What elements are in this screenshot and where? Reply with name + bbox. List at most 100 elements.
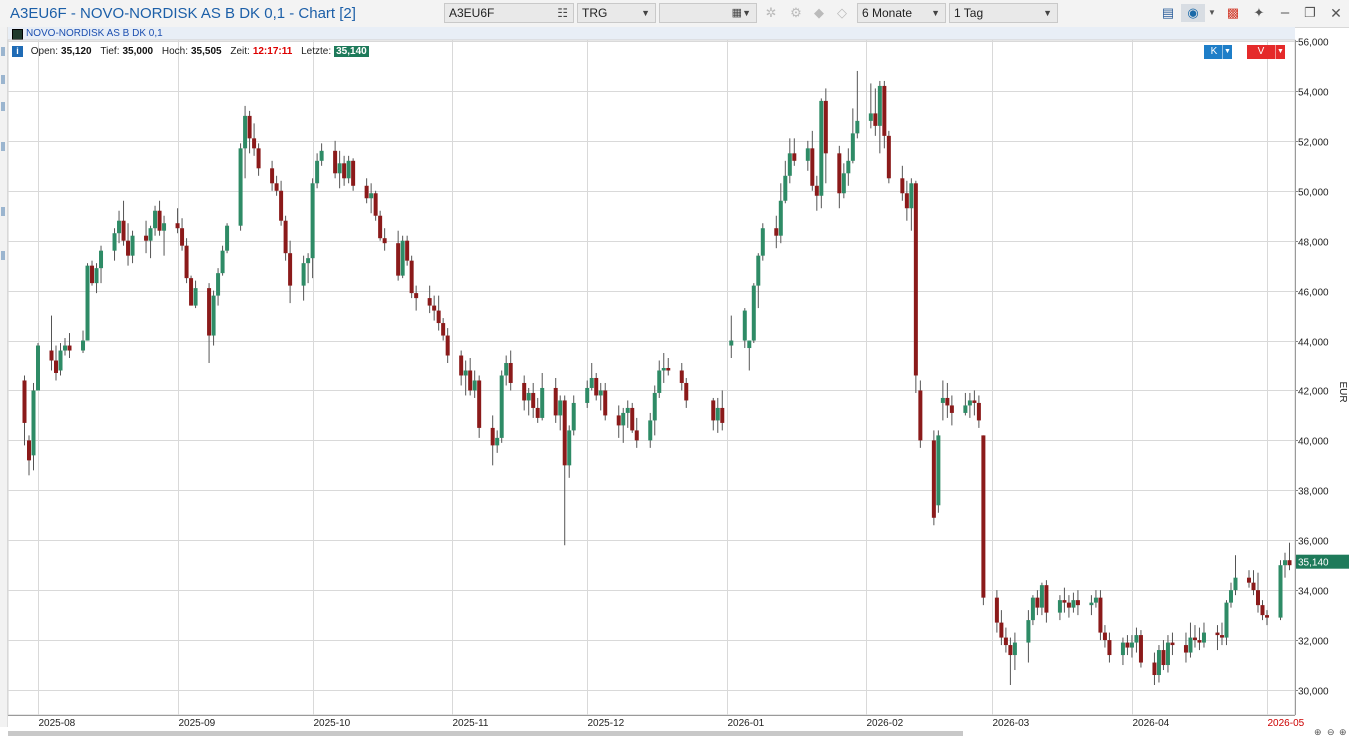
candle-body <box>814 185 819 196</box>
candle-body <box>117 220 122 234</box>
candle-body <box>886 135 891 179</box>
time-label: Zeit: <box>230 46 250 57</box>
candle-body <box>1035 597 1040 608</box>
candle-body <box>900 178 905 194</box>
candle-body <box>477 380 482 428</box>
y-tick-label: 44,000 <box>1298 338 1329 349</box>
candle-body <box>882 85 887 136</box>
candle-body <box>288 253 293 286</box>
candle-body <box>981 435 986 598</box>
candle-body <box>1278 565 1283 618</box>
candle-body <box>63 345 68 351</box>
candle-body <box>243 115 248 149</box>
candle-body <box>855 120 860 134</box>
candle-body <box>657 370 662 393</box>
candle-body <box>1120 642 1125 656</box>
candle-body <box>364 185 369 199</box>
candle-body <box>220 250 225 274</box>
candle-body <box>1107 640 1112 656</box>
candle-body <box>342 163 347 179</box>
candlestick-chart[interactable]: 30,000 32,000 34,000 36,000 38,000 40,000 42,0… <box>0 0 1349 736</box>
candle-body <box>625 407 630 413</box>
candle-body <box>751 285 756 341</box>
candle-body <box>126 240 131 256</box>
candle-body <box>1156 650 1161 676</box>
candle-body <box>729 340 734 346</box>
candle-body <box>868 113 873 121</box>
candle-body <box>1134 635 1139 643</box>
low-value: 35,000 <box>122 46 154 57</box>
candle-body <box>157 210 162 231</box>
candle-body <box>315 160 320 184</box>
candle-body <box>661 367 666 371</box>
horizontal-scrollbar[interactable] <box>8 731 963 736</box>
candle-body <box>904 193 909 209</box>
candle-body <box>499 375 504 438</box>
sell-button[interactable]: V ▼ <box>1247 45 1285 59</box>
x-tick-label: 2025-08 <box>39 718 76 729</box>
candle-body <box>652 392 657 421</box>
candle-body <box>256 148 261 169</box>
candle-body <box>787 153 792 176</box>
x-tick-label: 2025-10 <box>314 718 351 729</box>
candle-body <box>175 223 180 229</box>
x-tick-label: 2025-11 <box>453 718 489 729</box>
high-label: Hoch: <box>161 46 188 57</box>
y-tick-label: 50,000 <box>1298 188 1329 199</box>
candle-body <box>1170 642 1175 646</box>
candle-body <box>850 133 855 161</box>
candle-body <box>1197 640 1202 643</box>
candle-body <box>1192 637 1197 641</box>
candle-body <box>1183 645 1188 653</box>
candle-body <box>877 85 882 126</box>
candle-body <box>972 400 977 403</box>
candle-body <box>1066 602 1071 608</box>
candle-body <box>1012 642 1017 656</box>
candle-body <box>1125 642 1130 648</box>
candle-body <box>85 265 90 341</box>
candle-body <box>1152 662 1157 676</box>
candle-body <box>504 363 509 376</box>
candle-body <box>54 360 59 373</box>
candle-body <box>346 160 351 179</box>
chevron-down-icon[interactable]: ▼ <box>1222 45 1232 59</box>
x-tick-label: 2026-03 <box>993 718 1030 729</box>
candle-body <box>603 390 608 416</box>
candle-body <box>189 278 194 306</box>
candle-body <box>909 183 914 209</box>
candle-body <box>805 148 810 161</box>
candle-body <box>1030 597 1035 621</box>
zoom-out-icon[interactable]: ⊖ <box>1327 727 1335 738</box>
candle-body <box>1062 600 1067 603</box>
candle-body <box>207 288 212 336</box>
candle-body <box>436 310 441 324</box>
candle-body <box>270 168 275 184</box>
low-label: Tief: <box>100 46 120 57</box>
candle-body <box>819 100 824 196</box>
candle-body <box>409 260 414 294</box>
candle-body <box>747 340 752 349</box>
candle-body <box>1008 645 1013 656</box>
candle-body <box>940 397 945 403</box>
candle-body <box>1026 620 1031 643</box>
candle-body <box>1089 602 1094 606</box>
y-tick-label: 40,000 <box>1298 437 1329 448</box>
zoom-in-icon[interactable]: ⊕ <box>1314 727 1322 738</box>
candle-body <box>1246 577 1251 583</box>
candle-body <box>1233 577 1238 591</box>
last-price-label: 35,140 <box>1298 558 1329 569</box>
candle-body <box>495 437 500 446</box>
candle-body <box>535 407 540 418</box>
candle-body <box>558 400 563 416</box>
buy-button[interactable]: K ▼ <box>1204 45 1232 59</box>
last-value: 35,140 <box>334 46 369 57</box>
candle-body <box>180 228 185 246</box>
candle-body <box>783 175 788 201</box>
chevron-down-icon[interactable]: ▼ <box>1275 45 1285 59</box>
zoom-fit-icon[interactable]: ⊕ <box>1339 727 1347 738</box>
x-tick-label: 2026-01 <box>728 718 765 729</box>
y-tick-label: 38,000 <box>1298 487 1329 498</box>
info-icon[interactable]: i <box>12 45 23 57</box>
candle-body <box>490 427 495 446</box>
candle-body <box>1287 560 1292 566</box>
